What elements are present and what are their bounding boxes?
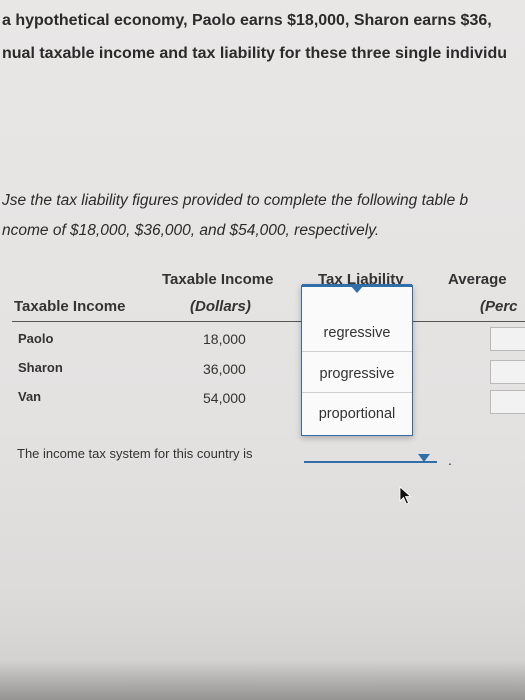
header-taxable-income: Taxable Income — [162, 271, 274, 288]
header-dollars: (Dollars) — [190, 298, 251, 315]
mouse-cursor-icon — [399, 486, 412, 505]
question-text: The income tax system for this country i… — [17, 446, 253, 461]
option-progressive[interactable]: progressive — [302, 355, 412, 393]
bottom-shadow — [0, 660, 525, 700]
header-percent: (Perc — [480, 298, 518, 315]
row-income-van: 54,000 — [203, 390, 246, 406]
row-name-sharon: Sharon — [18, 360, 63, 375]
option-regressive[interactable]: regressive — [302, 314, 412, 352]
question-period: . — [448, 452, 452, 468]
instructions-line-1: Jse the tax liability figures provided t… — [2, 192, 469, 209]
option-proportional[interactable]: proportional — [302, 395, 412, 433]
chevron-down-icon[interactable] — [418, 454, 430, 462]
average-rate-input-sharon[interactable] — [490, 360, 525, 384]
tax-system-dropdown-list: regressive progressive proportional — [301, 284, 413, 436]
intro-line-1: a hypothetical economy, Paolo earns $18,… — [2, 12, 492, 29]
header-divider — [12, 321, 525, 322]
dropdown-pointer — [350, 285, 364, 293]
instructions-line-2: ncome of $18,000, $36,000, and $54,000, … — [2, 222, 380, 239]
row-income-paolo: 18,000 — [203, 331, 246, 347]
average-rate-input-paolo[interactable] — [490, 327, 525, 351]
row-name-paolo: Paolo — [18, 331, 54, 346]
row-income-sharon: 36,000 — [203, 361, 246, 377]
average-rate-input-van[interactable] — [490, 390, 525, 414]
row-name-van: Van — [18, 389, 42, 404]
intro-line-2: nual taxable income and tax liability fo… — [2, 45, 508, 62]
header-name-column: Taxable Income — [14, 298, 126, 315]
header-average: Average — [448, 271, 507, 288]
